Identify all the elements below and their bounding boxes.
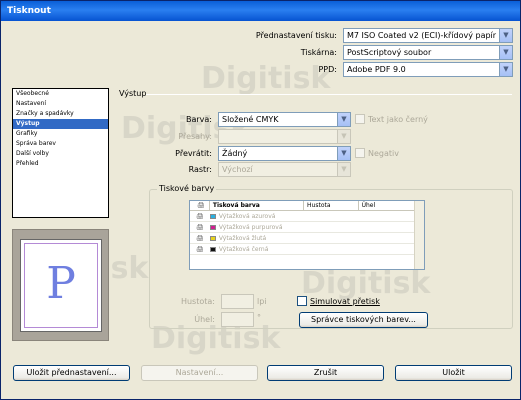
ink-swatch (209, 235, 216, 241)
cancel-button[interactable]: Zrušit (267, 365, 384, 381)
negative-label: Negativ (368, 149, 399, 158)
sidebar-item-nastaveni[interactable]: Nastavení (13, 99, 108, 109)
sidebar-item-sprava-barev[interactable]: Správa barev (13, 139, 108, 149)
save-preset-button[interactable]: Uložit přednastavení... (13, 365, 130, 381)
printer-icon: 🖨 (190, 201, 210, 210)
inks-table[interactable]: 🖨 Tisková barva Hustota Úhel 🖨 Výtažková… (189, 200, 425, 270)
ink-swatch (209, 213, 216, 219)
sidebar-item-znacky[interactable]: Značky a spadávky (13, 109, 108, 119)
ink-name: Výtažková žlutá (218, 234, 267, 242)
table-row[interactable]: 🖨 Výtažková žlutá (190, 233, 424, 244)
section-divider (146, 94, 512, 95)
preview-page: P (20, 239, 102, 332)
flip-select[interactable]: Žádný ▼ (218, 146, 351, 161)
angle-input[interactable] (221, 312, 254, 327)
preview-letter: P (46, 258, 76, 309)
table-row[interactable]: 🖨 Výtažková purpurová (190, 222, 424, 233)
screen-label: Rastr: (188, 165, 212, 174)
ppd-value: Adobe PDF 9.0 (347, 65, 406, 74)
chevron-down-icon: ▼ (499, 46, 512, 59)
trapping-label: Přesahy: (178, 132, 212, 141)
chevron-down-icon: ▼ (337, 130, 350, 143)
color-label: Barva: (185, 115, 212, 124)
ink-name: Výtažková černá (218, 245, 269, 253)
printer-value: PostScriptový soubor (347, 48, 432, 57)
table-scrollbar[interactable] (414, 201, 424, 269)
text-black-label: Text jako černý (368, 115, 428, 124)
printer-label: Tiskárna: (300, 48, 337, 57)
chevron-down-icon: ▼ (499, 63, 512, 76)
printer-select[interactable]: PostScriptový soubor ▼ (343, 45, 513, 60)
chevron-down-icon: ▼ (337, 147, 350, 160)
sidebar-item-vystup[interactable]: Výstup (13, 119, 108, 129)
printer-icon: 🖨 (196, 224, 204, 231)
simulate-overprint-label: Simulovat přetisk (310, 297, 380, 306)
ink-name: Výtažková purpurová (218, 223, 283, 231)
negative-checkbox[interactable] (355, 148, 365, 158)
color-value: Složené CMYK (222, 115, 279, 124)
table-row[interactable]: 🖨 Výtažková azurová (190, 211, 424, 222)
setup-button[interactable]: Nastavení... (141, 365, 258, 381)
page-preview: P (12, 229, 109, 341)
ppd-select[interactable]: Adobe PDF 9.0 ▼ (343, 62, 513, 77)
ink-swatch (209, 224, 216, 230)
ink-name: Výtažková azurová (218, 212, 276, 220)
angle-label: Úhel: (194, 315, 215, 324)
preset-select[interactable]: M7 ISO Coated v2 (ECI)-křídový papír ▼ (343, 28, 513, 43)
column-header-ink: Tisková barva (210, 201, 305, 210)
screen-value: Výchozí (222, 165, 253, 174)
screen-select[interactable]: Výchozí ▼ (218, 162, 351, 177)
trapping-select[interactable]: ▼ (218, 129, 351, 144)
printer-icon: 🖨 (196, 246, 204, 253)
chevron-down-icon: ▼ (337, 163, 350, 176)
ppd-label: PPD: (318, 65, 337, 74)
table-row[interactable]: 🖨 Výtažková černá (190, 244, 424, 255)
color-select[interactable]: Složené CMYK ▼ (218, 112, 351, 127)
print-dialog: Tisknout Digitisk Digitisk Digitisk Digi… (0, 0, 521, 400)
inks-group-title: Tiskové barvy (157, 184, 217, 193)
density-label: Hustota: (180, 297, 215, 306)
chevron-down-icon: ▼ (499, 29, 512, 42)
title-bar: Tisknout (1, 1, 520, 21)
angle-unit: ° (257, 313, 261, 322)
column-header-density: Hustota (304, 201, 359, 210)
text-black-checkbox[interactable] (355, 114, 365, 124)
flip-value: Žádný (222, 149, 248, 158)
ink-manager-button[interactable]: Správce tiskových barev... (299, 312, 428, 328)
sidebar-item-vseobecne[interactable]: Všeobecné (13, 89, 108, 99)
printer-icon: 🖨 (196, 213, 204, 220)
watermark: Digitisk (201, 61, 331, 96)
sidebar-item-prehled[interactable]: Přehled (13, 159, 108, 169)
preset-value: M7 ISO Coated v2 (ECI)-křídový papír (347, 31, 497, 40)
ink-swatch (209, 246, 216, 252)
inks-table-header: 🖨 Tisková barva Hustota Úhel (190, 201, 424, 211)
density-input[interactable] (221, 294, 254, 309)
sidebar-item-grafiky[interactable]: Grafiky (13, 129, 108, 139)
category-list[interactable]: Všeobecné Nastavení Značky a spadávky Vý… (12, 88, 109, 218)
chevron-down-icon: ▼ (337, 113, 350, 126)
sidebar-item-dalsi-volby[interactable]: Další volby (13, 149, 108, 159)
preset-label: Přednastavení tisku: (255, 31, 337, 40)
simulate-overprint-checkbox[interactable] (297, 296, 307, 306)
flip-label: Převrátit: (175, 149, 212, 158)
density-unit: lpi (257, 297, 267, 306)
save-button[interactable]: Uložit (395, 365, 512, 381)
section-title: Výstup (119, 89, 147, 98)
printer-icon: 🖨 (196, 235, 204, 242)
